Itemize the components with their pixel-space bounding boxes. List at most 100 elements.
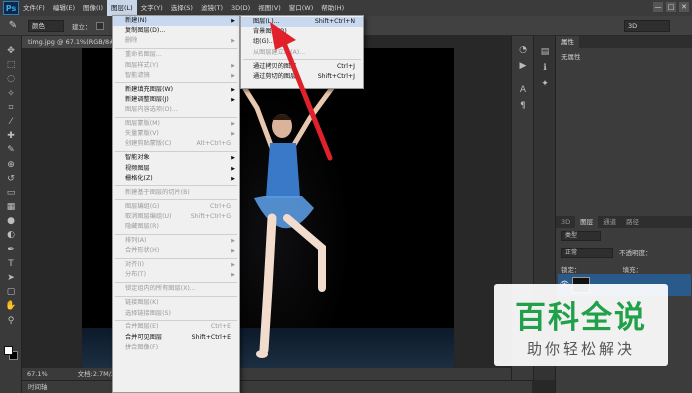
menu-item[interactable]: 滤镜(T) bbox=[197, 0, 227, 16]
menu-option[interactable]: 栅格化(Z) ▶ bbox=[113, 174, 239, 184]
menu-option: 图层样式(Y) ▶ bbox=[113, 61, 239, 71]
tab-layers[interactable]: 图层 bbox=[575, 216, 599, 228]
minimize-button[interactable]: — bbox=[653, 2, 663, 12]
menu-separator bbox=[243, 59, 361, 61]
menu-option: 智能滤镜 ▶ bbox=[113, 71, 239, 81]
menu-separator bbox=[115, 257, 237, 259]
menu-option[interactable]: 视频图层 ▶ bbox=[113, 164, 239, 174]
eraser-icon[interactable]: ▭ bbox=[0, 186, 22, 200]
menu-option-label: 新建(N) bbox=[125, 17, 147, 24]
option-checkbox[interactable] bbox=[95, 21, 104, 30]
menu-option: 选择链接图层(S) bbox=[113, 309, 239, 319]
menu-item[interactable]: 3D(D) bbox=[227, 0, 254, 16]
gradient-icon[interactable]: ▦ bbox=[0, 200, 22, 214]
menu-option[interactable]: 智能对象 ▶ bbox=[113, 153, 239, 163]
history-brush-icon[interactable]: ↺ bbox=[0, 172, 22, 186]
maximize-button[interactable]: □ bbox=[666, 2, 676, 12]
close-button[interactable]: ✕ bbox=[679, 2, 689, 12]
menu-item[interactable]: 文件(F) bbox=[19, 0, 49, 16]
menu-option[interactable]: 新建(N) ▶ bbox=[113, 16, 239, 27]
menu-option: 删除 ▶ bbox=[113, 36, 239, 46]
menu-item[interactable]: 窗口(W) bbox=[285, 0, 318, 16]
eyedropper-icon[interactable]: ⁄ bbox=[0, 115, 22, 129]
pen-icon[interactable]: ✒ bbox=[0, 243, 22, 257]
hand-icon[interactable]: ✋ bbox=[0, 299, 22, 313]
workspace-select[interactable]: 3D bbox=[624, 20, 670, 32]
dodge-icon[interactable]: ◐ bbox=[0, 228, 22, 242]
actions-icon[interactable]: ▶ bbox=[512, 58, 534, 74]
menu-separator bbox=[115, 295, 237, 297]
menu-option[interactable]: 通过剪切的图层 Shift+Ctrl+J bbox=[241, 72, 363, 82]
menu-option: 合并形状(H) ▶ bbox=[113, 246, 239, 256]
submenu-arrow-icon: ▶ bbox=[231, 121, 235, 128]
adjust-icon[interactable]: ✦ bbox=[534, 76, 556, 92]
type-icon[interactable]: T bbox=[0, 257, 22, 271]
menu-option[interactable]: 合并可见图层 Shift+Ctrl+E bbox=[113, 333, 239, 343]
timeline-tab[interactable]: 时间轴 bbox=[22, 380, 532, 393]
move-icon[interactable]: ✥ bbox=[0, 44, 22, 58]
paragraph-icon[interactable]: ¶ bbox=[512, 98, 534, 114]
menu-option-label: 重命名图层... bbox=[125, 51, 162, 59]
mode-select[interactable]: 颜色 bbox=[28, 19, 64, 32]
tab-properties[interactable]: 属性 bbox=[556, 36, 579, 48]
menu-option[interactable]: 通过拷贝的图层 Ctrl+J bbox=[241, 62, 363, 72]
menu-option: 图层蒙版(M) ▶ bbox=[113, 119, 239, 129]
lock-label: 锁定： bbox=[561, 266, 581, 274]
menu-option-label: 智能滤镜 bbox=[125, 71, 150, 79]
menu-item[interactable]: 选择(S) bbox=[167, 0, 197, 16]
path-select-icon[interactable]: ➤ bbox=[0, 271, 22, 285]
kind-filter[interactable]: 类型 bbox=[561, 231, 601, 241]
quick-select-icon[interactable]: ✧ bbox=[0, 87, 22, 101]
menu-option[interactable]: 背景图层(B) bbox=[241, 27, 363, 37]
menu-option: 图层内容选项(O)... bbox=[113, 105, 239, 115]
menu-option-label: 图层样式(Y) bbox=[125, 61, 159, 69]
tab-channels[interactable]: 通道 bbox=[598, 216, 621, 228]
menu-item[interactable]: 视图(V) bbox=[254, 0, 285, 16]
menu-item[interactable]: 图层(L) bbox=[107, 0, 137, 16]
menu-option-label: 拼合图像(F) bbox=[125, 343, 159, 351]
healing-icon[interactable]: ✚ bbox=[0, 129, 22, 143]
character-icon[interactable]: A bbox=[512, 82, 534, 98]
menu-item[interactable]: 帮助(H) bbox=[317, 0, 348, 16]
crop-icon[interactable]: ⌗ bbox=[0, 101, 22, 115]
zoom-icon[interactable]: ⚲ bbox=[0, 314, 22, 328]
menu-item[interactable]: 图像(I) bbox=[79, 0, 107, 16]
brush-icon[interactable]: ✎ bbox=[0, 143, 22, 157]
menu-option: 新建基于图层的切片(B) bbox=[113, 188, 239, 198]
menu-option[interactable]: 复制图层(D)... bbox=[113, 26, 239, 36]
menu-item[interactable]: 文字(Y) bbox=[137, 0, 167, 16]
menu-option[interactable]: 新建填充图层(W) ▶ bbox=[113, 85, 239, 95]
tab-paths[interactable]: 路径 bbox=[621, 216, 644, 228]
layers-tabbar: 3D 图层 通道 路径 bbox=[556, 216, 692, 228]
marquee-icon[interactable]: ⬚ bbox=[0, 58, 22, 72]
clone-icon[interactable]: ⊕ bbox=[0, 158, 22, 172]
history-icon[interactable]: ◔ bbox=[512, 42, 534, 58]
blend-mode-select[interactable]: 正常 bbox=[561, 248, 613, 258]
menu-option-label: 锁定组内的所有图层(X)... bbox=[125, 285, 196, 293]
submenu-arrow-icon: ▶ bbox=[231, 72, 235, 79]
zoom-level[interactable]: 67.1% bbox=[22, 368, 53, 380]
properties-tabbar: 属性 bbox=[556, 36, 692, 48]
lasso-icon[interactable]: ◌ bbox=[0, 72, 22, 86]
menu-option-label: 删除 bbox=[125, 37, 138, 45]
info-icon[interactable]: ℹ bbox=[534, 60, 556, 76]
menu-option: 拼合图像(F) bbox=[113, 343, 239, 353]
brush-icon[interactable]: ✎ bbox=[6, 19, 20, 33]
blur-icon[interactable]: ● bbox=[0, 214, 22, 228]
tab-3d[interactable]: 3D bbox=[556, 216, 575, 228]
menu-item[interactable]: 编辑(E) bbox=[49, 0, 79, 16]
submenu-arrow-icon: ▶ bbox=[231, 238, 235, 245]
menu-option: 取消图层编组(U) Shift+Ctrl+G bbox=[113, 212, 239, 222]
new-submenu: 图层(L)... Shift+Ctrl+N 背景图层(B) 组(G)... 从图层建立组… bbox=[240, 15, 364, 89]
menu-option[interactable]: 组(G)... bbox=[241, 37, 363, 47]
menu-option-label: 背景图层(B) bbox=[253, 28, 287, 36]
menu-option-label: 新建基于图层的切片(B) bbox=[125, 188, 190, 196]
menu-option: 对齐(I) ▶ bbox=[113, 260, 239, 270]
foreground-color-swatch[interactable] bbox=[4, 346, 13, 355]
menu-option[interactable]: 图层(L)... Shift+Ctrl+N bbox=[241, 17, 363, 28]
menu-option-label: 组(G)... bbox=[253, 38, 275, 46]
menu-option[interactable]: 新建调整图层(J) ▶ bbox=[113, 95, 239, 105]
properties-icon[interactable]: ▤ bbox=[534, 44, 556, 60]
menu-option: 图层编组(G) Ctrl+G bbox=[113, 202, 239, 212]
shape-icon[interactable]: ▢ bbox=[0, 285, 22, 299]
